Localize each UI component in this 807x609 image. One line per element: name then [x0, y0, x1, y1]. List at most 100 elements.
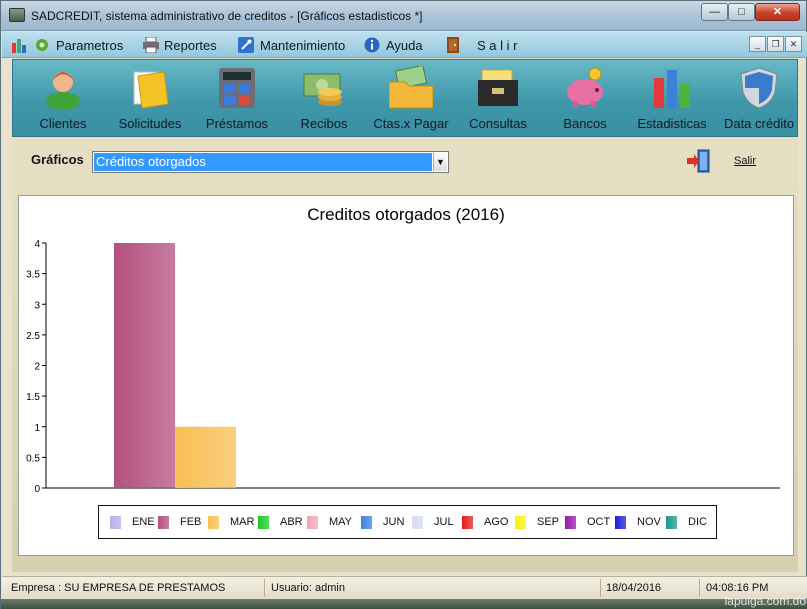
legend-item-nov: NOV [615, 515, 661, 529]
bar-chart-icon [12, 37, 26, 53]
calculator-icon [215, 66, 259, 110]
menu-ayuda-label: Ayuda [386, 37, 423, 53]
title-bar[interactable]: SADCREDIT, sistema administrativo de cre… [1, 1, 806, 31]
menu-reportes[interactable]: Reportes [142, 36, 217, 54]
toolbar-clientes-button[interactable]: Clientes [20, 64, 106, 134]
legend-swatch [361, 515, 372, 529]
info-icon [364, 37, 380, 53]
legend-label: FEB [180, 516, 202, 528]
toolbar-data-credito-label: Data crédito [723, 116, 795, 131]
watermark-text: lapulga.com.do [724, 594, 806, 608]
toolbar-ctas-pagar-button[interactable]: Ctas.x Pagar [368, 64, 454, 134]
toolbar-solicitudes-button[interactable]: Solicitudes [107, 64, 193, 134]
door-icon [447, 37, 463, 53]
y-tick-label: 3 [34, 300, 40, 311]
chart-legend: ENE FEB MAR ABR MAY JUN JUL AGO SEP OCT NOV DIC [98, 505, 717, 539]
main-window: SADCREDIT, sistema administrativo de cre… [0, 0, 807, 609]
toolbar-bancos-button[interactable]: Bancos [542, 64, 628, 134]
graficos-form: Gráficos Créditos otorgados ▼ Salir Cred… [12, 138, 798, 572]
mdi-close-button[interactable]: ✕ [785, 36, 802, 52]
y-tick-label: 4 [34, 239, 40, 250]
status-separator [264, 579, 265, 597]
legend-item-abr: ABR [258, 515, 303, 529]
printer-icon [142, 36, 159, 54]
toolbar-recibos-button[interactable]: Recibos [281, 64, 367, 134]
shield-icon [737, 66, 781, 110]
legend-item-dic: DIC [666, 515, 707, 529]
person-icon [41, 66, 85, 110]
wrench-icon [238, 37, 254, 53]
legend-item-ago: AGO [462, 515, 508, 529]
y-tick-label: 2.5 [26, 331, 40, 342]
legend-swatch [462, 515, 473, 529]
desktop-strip [1, 599, 807, 609]
graficos-select[interactable]: Créditos otorgados ▼ [92, 151, 449, 173]
toolbar-estadisticas-label: Estadisticas [637, 116, 707, 131]
menu-salir[interactable]: S a l i r [447, 36, 517, 54]
main-toolbar: Clientes Solicitudes Préstamos Recibos C… [12, 59, 798, 137]
close-button[interactable]: ✕ [755, 3, 800, 21]
status-bar: Empresa : SU EMPRESA DE PRESTAMOS Usuari… [2, 576, 807, 598]
gear-icon [34, 37, 50, 53]
toolbar-prestamos-label: Préstamos [205, 116, 269, 131]
menu-parametros[interactable]: Parametros [34, 36, 123, 54]
legend-label: MAY [329, 516, 353, 528]
toolbar-data-credito-button[interactable]: Data crédito [716, 64, 802, 134]
menu-parametros-label: Parametros [56, 37, 124, 53]
exit-door-icon [686, 148, 712, 174]
status-hora: 04:08:16 PM [706, 582, 769, 594]
legend-label: OCT [587, 516, 611, 528]
legend-item-oct: OCT [565, 515, 610, 529]
toolbar-ctas-pagar-label: Ctas.x Pagar [373, 116, 449, 131]
status-empresa: Empresa : SU EMPRESA DE PRESTAMOS [11, 582, 226, 594]
maximize-button[interactable]: □ [728, 3, 755, 21]
status-fecha: 18/04/2016 [606, 582, 662, 594]
legend-label: NOV [637, 516, 661, 528]
graficos-label: Gráficos [31, 152, 84, 167]
toolbar-estadisticas-button[interactable]: Estadisticas [629, 64, 715, 134]
y-tick-label: 0.5 [26, 453, 40, 464]
graficos-select-value: Créditos otorgados [94, 153, 432, 171]
toolbar-prestamos-button[interactable]: Préstamos [194, 64, 280, 134]
legend-swatch [258, 515, 269, 529]
bar-chart-icon [650, 66, 694, 110]
legend-label: JUN [383, 516, 405, 528]
card-file-icon [476, 66, 520, 110]
window-title: SADCREDIT, sistema administrativo de cre… [31, 9, 423, 23]
toolbar-bancos-label: Bancos [563, 116, 607, 131]
toolbar-recibos-label: Recibos [300, 116, 348, 131]
chart-panel: Creditos otorgados (2016) 0 0.5 1 1.5 2 2.5 3 3… [18, 195, 794, 556]
toolbar-consultas-button[interactable]: Consultas [455, 64, 541, 134]
legend-label: DIC [688, 516, 707, 528]
legend-label: ABR [280, 516, 303, 528]
legend-item-jun: JUN [361, 515, 404, 529]
y-tick-label: 0 [34, 484, 40, 495]
legend-item-may: MAY [307, 515, 352, 529]
legend-label: MAR [230, 516, 255, 528]
salir-button[interactable]: Salir [682, 146, 762, 176]
bar-mar [175, 426, 236, 488]
minimize-button[interactable]: — [701, 3, 728, 21]
mdi-restore-button[interactable]: ❐ [767, 36, 784, 52]
chevron-down-icon[interactable]: ▼ [433, 153, 447, 171]
mdi-minimize-button[interactable]: _ [749, 36, 766, 52]
legend-swatch [615, 515, 626, 529]
money-coins-icon [302, 66, 346, 110]
salir-label: Salir [734, 155, 757, 167]
bills-folder-icon [388, 64, 434, 110]
bar-chart: 0 0.5 1 1.5 2 2.5 3 3.5 4 [26, 239, 780, 495]
legend-item-mar: MAR [208, 515, 254, 529]
legend-swatch [208, 515, 219, 529]
toolbar-solicitudes-label: Solicitudes [118, 116, 182, 131]
legend-swatch [307, 515, 318, 529]
legend-item-feb: FEB [158, 515, 201, 529]
status-usuario: Usuario: admin [271, 582, 345, 594]
menu-mantenimiento[interactable]: Mantenimiento [238, 36, 345, 54]
y-tick-label: 3.5 [26, 270, 40, 281]
app-icon[interactable] [9, 8, 25, 22]
legend-swatch [412, 515, 423, 529]
legend-item-sep: SEP [515, 515, 559, 529]
menu-ayuda[interactable]: Ayuda [364, 36, 423, 54]
bar-feb [114, 243, 175, 488]
menu-reportes-label: Reportes [164, 37, 217, 53]
